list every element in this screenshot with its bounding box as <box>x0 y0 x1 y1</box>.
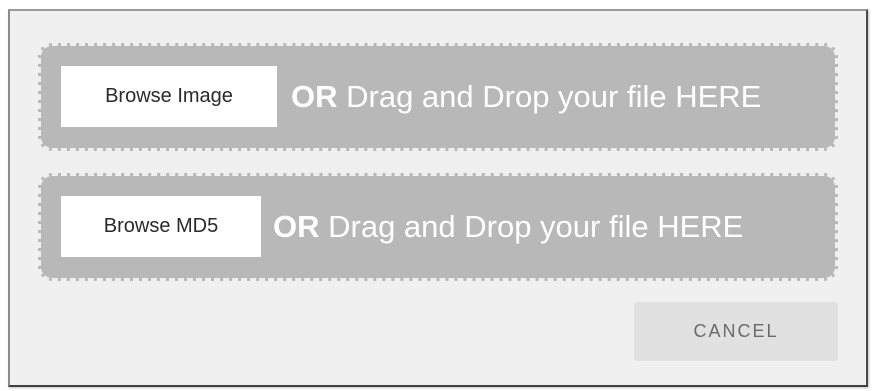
image-drop-text: Drag and Drop your file HERE <box>337 79 762 114</box>
md5-drop-or-label: OR <box>273 209 320 244</box>
md5-dropzone[interactable]: Browse MD5 OR Drag and Drop your file HE… <box>38 173 838 281</box>
image-drop-or-label: OR <box>291 79 338 114</box>
md5-drop-text: Drag and Drop your file HERE <box>319 209 744 244</box>
upload-dialog: Browse Image OR Drag and Drop your file … <box>8 9 868 387</box>
browse-image-button[interactable]: Browse Image <box>61 66 277 127</box>
md5-drop-instructions: OR Drag and Drop your file HERE <box>273 211 743 242</box>
image-drop-instructions: OR Drag and Drop your file HERE <box>291 81 761 112</box>
image-dropzone[interactable]: Browse Image OR Drag and Drop your file … <box>38 43 838 151</box>
cancel-button[interactable]: CANCEL <box>634 302 838 361</box>
browse-md5-button[interactable]: Browse MD5 <box>61 196 261 257</box>
